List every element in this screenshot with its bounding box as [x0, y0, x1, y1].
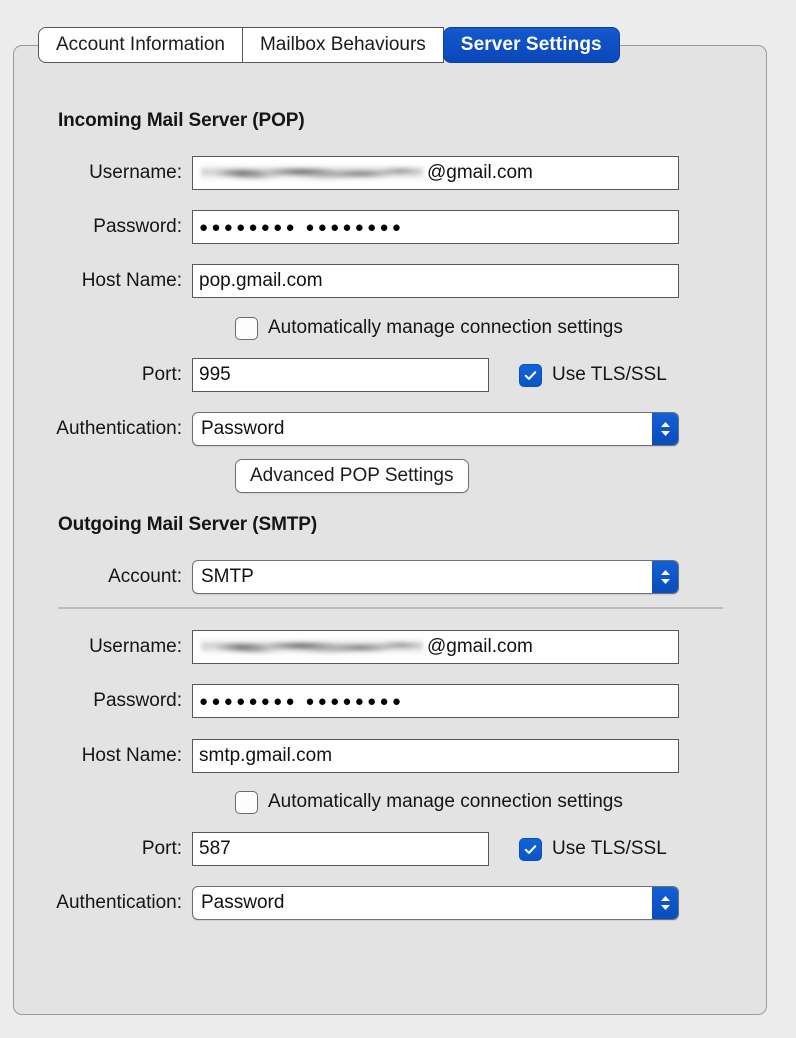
server-settings-panel: Incoming Mail Server (POP) Username: @gm… — [13, 45, 767, 1015]
incoming-port-value: 995 — [199, 364, 231, 385]
incoming-tls-row[interactable]: Use TLS/SSL — [519, 363, 667, 387]
tab-label: Server Settings — [460, 34, 602, 55]
chevron-updown-glyph — [660, 570, 670, 584]
incoming-password-masked: ●●●●●●●● ●●●●●●●● — [199, 219, 405, 236]
outgoing-username-input[interactable]: @gmail.com — [192, 630, 679, 664]
incoming-tls-label: Use TLS/SSL — [552, 364, 667, 385]
incoming-hostname-input[interactable]: pop.gmail.com — [192, 264, 679, 298]
incoming-port-input[interactable]: 995 — [192, 358, 489, 392]
outgoing-auto-manage-row[interactable]: Automatically manage connection settings — [235, 784, 623, 820]
incoming-hostname-value: pop.gmail.com — [199, 270, 323, 291]
chevron-updown-icon[interactable] — [652, 887, 678, 919]
outgoing-port-label: Port: — [141, 838, 182, 859]
incoming-authentication-label: Authentication: — [56, 418, 182, 439]
incoming-auto-manage-row[interactable]: Automatically manage connection settings — [235, 310, 623, 346]
outgoing-account-row: Account: SMTP — [14, 559, 766, 595]
incoming-authentication-select[interactable]: Password — [192, 412, 679, 446]
tab-account-information[interactable]: Account Information — [38, 27, 243, 63]
outgoing-hostname-label: Host Name: — [81, 745, 182, 766]
outgoing-hostname-row: Host Name: smtp.gmail.com — [14, 738, 766, 774]
outgoing-password-label: Password: — [93, 690, 182, 711]
outgoing-port-input[interactable]: 587 — [192, 832, 489, 866]
outgoing-account-label: Account: — [108, 566, 182, 587]
incoming-hostname-label: Host Name: — [81, 270, 182, 291]
incoming-port-label: Port: — [141, 364, 182, 385]
outgoing-tls-checkbox[interactable] — [519, 837, 542, 861]
outgoing-hostname-value: smtp.gmail.com — [199, 745, 333, 766]
outgoing-port-row: Port: 587 Use TLS/SSL — [14, 831, 766, 867]
checkmark-icon — [524, 370, 537, 380]
outgoing-authentication-select[interactable]: Password — [192, 886, 679, 920]
tab-server-settings[interactable]: Server Settings — [442, 27, 620, 63]
incoming-password-input[interactable]: ●●●●●●●● ●●●●●●●● — [192, 210, 679, 244]
checkmark-icon — [524, 844, 537, 854]
outgoing-password-input[interactable]: ●●●●●●●● ●●●●●●●● — [192, 684, 679, 718]
outgoing-account-value: SMTP — [201, 566, 254, 587]
incoming-username-row: Username: @gmail.com — [14, 155, 766, 191]
section-divider — [58, 607, 723, 609]
outgoing-account-select[interactable]: SMTP — [192, 560, 679, 594]
chevron-updown-glyph — [660, 422, 670, 436]
tab-mailbox-behaviours[interactable]: Mailbox Behaviours — [241, 27, 444, 63]
chevron-updown-icon[interactable] — [652, 561, 678, 593]
outgoing-username-row: Username: @gmail.com — [14, 629, 766, 665]
incoming-username-input[interactable]: @gmail.com — [192, 156, 679, 190]
advanced-pop-settings-row: Advanced POP Settings — [235, 458, 469, 494]
outgoing-username-label: Username: — [89, 636, 182, 657]
chevron-updown-glyph — [660, 896, 670, 910]
outgoing-password-row: Password: ●●●●●●●● ●●●●●●●● — [14, 683, 766, 719]
incoming-password-label: Password: — [93, 216, 182, 237]
redacted-username-blur — [199, 162, 427, 184]
incoming-authentication-value: Password — [201, 418, 285, 439]
advanced-pop-settings-button[interactable]: Advanced POP Settings — [235, 459, 469, 493]
outgoing-password-masked: ●●●●●●●● ●●●●●●●● — [199, 693, 405, 710]
tab-label: Mailbox Behaviours — [259, 34, 426, 55]
tab-bar: Account Information Mailbox Behaviours S… — [38, 27, 620, 63]
outgoing-mail-server-heading: Outgoing Mail Server (SMTP) — [58, 514, 318, 535]
incoming-authentication-row: Authentication: Password — [14, 411, 766, 447]
incoming-mail-server-heading: Incoming Mail Server (POP) — [58, 110, 305, 131]
outgoing-port-value: 587 — [199, 838, 231, 859]
outgoing-username-domain: @gmail.com — [427, 636, 533, 657]
incoming-password-row: Password: ●●●●●●●● ●●●●●●●● — [14, 209, 766, 245]
outgoing-auto-manage-checkbox[interactable] — [235, 790, 258, 814]
outgoing-tls-label: Use TLS/SSL — [552, 838, 667, 859]
outgoing-auto-manage-label: Automatically manage connection settings — [268, 791, 623, 812]
incoming-port-row: Port: 995 Use TLS/SSL — [14, 357, 766, 393]
outgoing-hostname-input[interactable]: smtp.gmail.com — [192, 739, 679, 773]
outgoing-tls-row[interactable]: Use TLS/SSL — [519, 837, 667, 861]
advanced-pop-settings-label: Advanced POP Settings — [250, 465, 454, 486]
incoming-username-label: Username: — [89, 162, 182, 183]
incoming-tls-checkbox[interactable] — [519, 363, 542, 387]
outgoing-authentication-label: Authentication: — [56, 892, 182, 913]
chevron-updown-icon[interactable] — [652, 413, 678, 445]
incoming-auto-manage-label: Automatically manage connection settings — [268, 317, 623, 338]
incoming-hostname-row: Host Name: pop.gmail.com — [14, 263, 766, 299]
outgoing-authentication-row: Authentication: Password — [14, 885, 766, 921]
redacted-username-blur — [199, 636, 427, 658]
outgoing-authentication-value: Password — [201, 892, 285, 913]
incoming-username-domain: @gmail.com — [427, 162, 533, 183]
incoming-auto-manage-checkbox[interactable] — [235, 316, 258, 340]
tab-label: Account Information — [56, 34, 225, 55]
